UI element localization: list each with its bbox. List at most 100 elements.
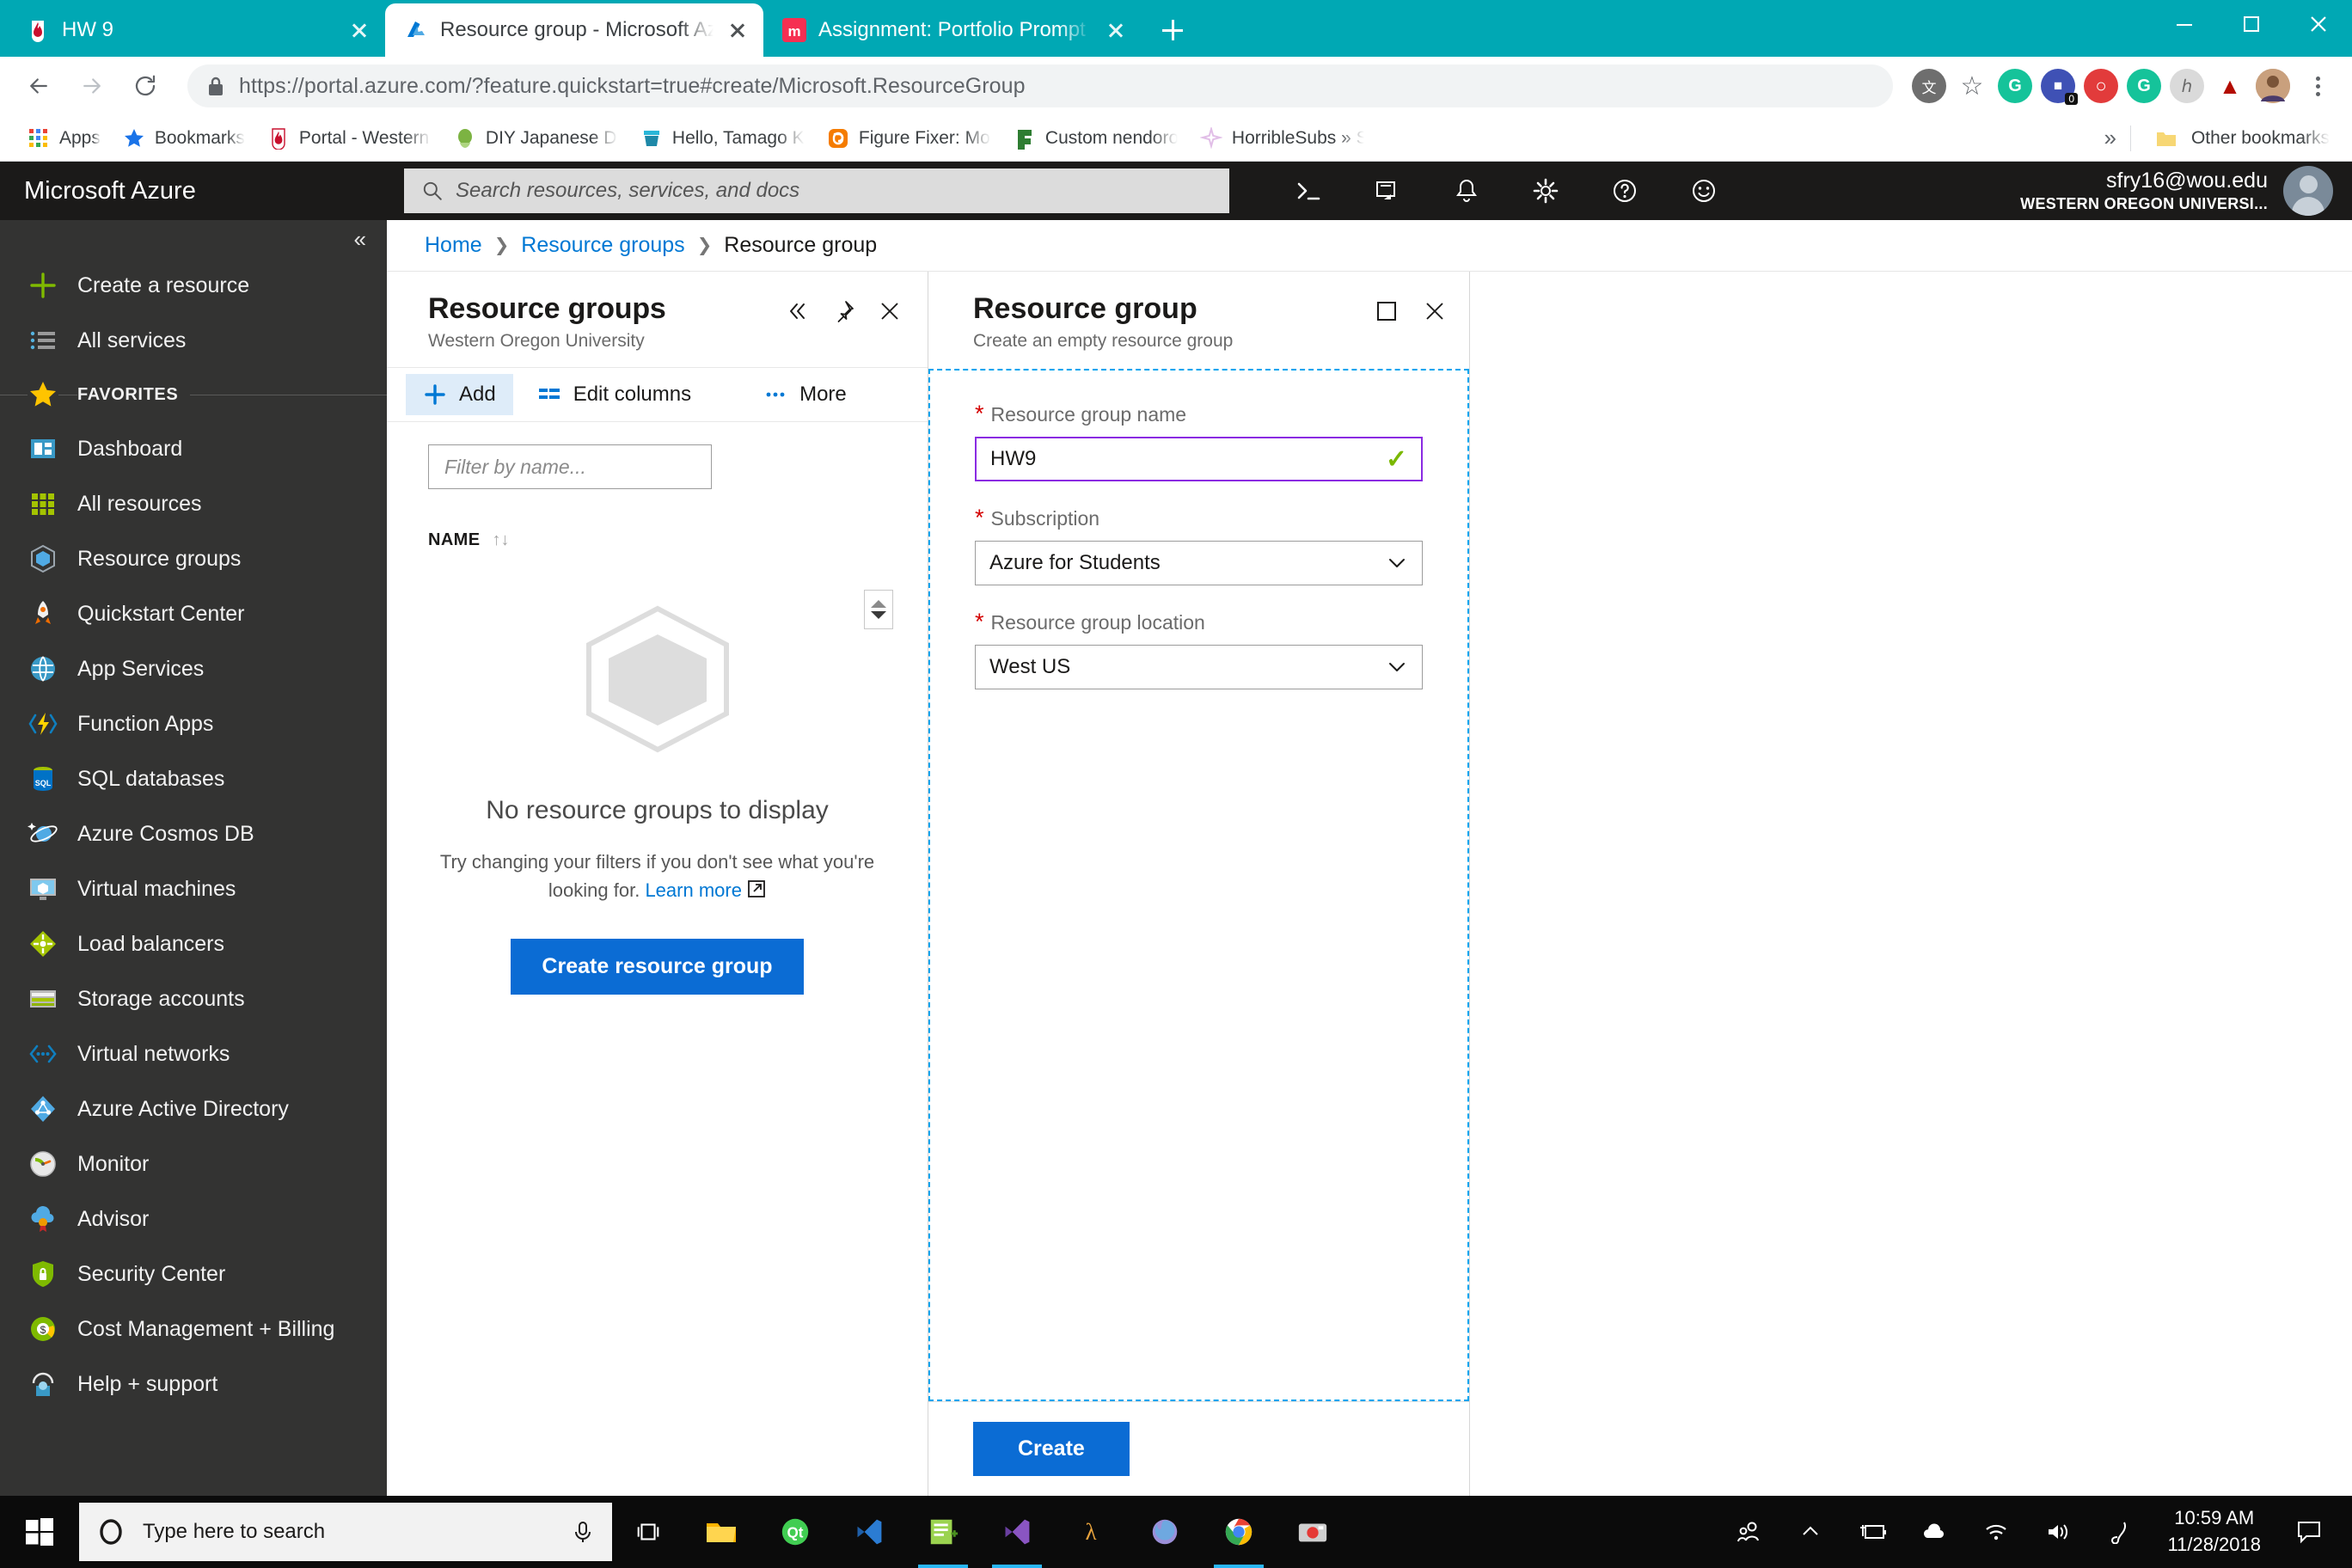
back-arrow-icon[interactable] <box>15 63 62 109</box>
sidebar-item-resource-groups[interactable]: Resource groups <box>0 531 387 586</box>
account-menu[interactable]: sfry16@wou.edu WESTERN OREGON UNIVERSI..… <box>2020 166 2352 216</box>
new-tab-button[interactable] <box>1154 11 1191 49</box>
sidebar-item-dashboard[interactable]: Dashboard <box>0 421 387 476</box>
learn-more-link[interactable]: Learn more <box>645 879 742 901</box>
bookmark-portal-wou[interactable]: Portal - Western Oreg <box>257 122 442 155</box>
sidebar-item-monitor[interactable]: Monitor <box>0 1136 387 1191</box>
more-button[interactable]: More <box>746 374 864 415</box>
sidebar-item-create-a-resource[interactable]: Create a resource <box>0 258 387 313</box>
sidebar-item-azure-active-directory[interactable]: Azure Active Directory <box>0 1081 387 1136</box>
resource-group-name-input[interactable]: HW9 ✓ <box>975 437 1423 481</box>
browser-tab[interactable]: Resource group - Microsoft Azure <box>385 3 763 57</box>
bookmark-diy-diorama[interactable]: DIY Japanese Dioram <box>444 122 628 155</box>
feedback-smiley-icon[interactable] <box>1664 162 1743 220</box>
task-view-icon[interactable] <box>612 1496 684 1568</box>
sort-arrows-icon[interactable]: ↑↓ <box>493 530 510 550</box>
kebab-menu-icon[interactable] <box>2299 67 2337 105</box>
opera-vpn-icon[interactable]: ○ <box>2084 69 2118 103</box>
microphone-icon[interactable] <box>571 1520 595 1544</box>
pin-icon[interactable] <box>831 299 855 323</box>
sidebar-item-cost-management-billing[interactable]: $ Cost Management + Billing <box>0 1302 387 1357</box>
clock[interactable]: 10:59 AM 11/28/2018 <box>2151 1505 2278 1559</box>
pen-workspace-icon[interactable] <box>2089 1496 2151 1568</box>
directory-filter-icon[interactable] <box>1348 162 1427 220</box>
sidebar-item-all-resources[interactable]: All resources <box>0 476 387 531</box>
search-input[interactable]: Type here to search <box>79 1503 612 1561</box>
filter-by-name-input[interactable]: Filter by name... <box>428 444 712 489</box>
scroll-up-arrow-icon[interactable] <box>871 600 886 608</box>
file-explorer-icon[interactable] <box>684 1496 758 1568</box>
create-resource-group-button[interactable]: Create resource group <box>511 939 804 995</box>
volume-icon[interactable] <box>2027 1496 2089 1568</box>
bookmark-figure-fixer[interactable]: Figure Fixer: More Ab <box>817 122 1001 155</box>
subscription-select[interactable]: Azure for Students <box>975 541 1423 585</box>
qt-creator-icon[interactable]: Qt <box>758 1496 832 1568</box>
sidebar-item-sql-databases[interactable]: SQL SQL databases <box>0 751 387 806</box>
breadcrumb-item-resource-groups[interactable]: Resource groups <box>521 233 684 258</box>
grammarly-green-icon[interactable]: G <box>2127 69 2161 103</box>
breadcrumb-item-home[interactable]: Home <box>425 233 482 258</box>
profile-avatar-icon[interactable] <box>2256 69 2290 103</box>
sidebar-item-virtual-machines[interactable]: Virtual machines <box>0 861 387 916</box>
firefox-icon[interactable] <box>1128 1496 1202 1568</box>
bookmark-tamago-kake[interactable]: Hello, Tamago Kake G <box>630 122 815 155</box>
maximize-icon[interactable] <box>1375 299 1399 323</box>
lambda-haskell-icon[interactable]: λ <box>1054 1496 1128 1568</box>
bookmark-custom-nendoroid[interactable]: Custom nendoroid fa <box>1003 122 1188 155</box>
bookmarks-overflow-chevron-icon[interactable]: » <box>2104 125 2116 151</box>
windows-start-icon[interactable] <box>0 1496 79 1568</box>
chrome-icon[interactable] <box>1202 1496 1276 1568</box>
vscode-icon[interactable] <box>832 1496 906 1568</box>
sidebar-item-quickstart-center[interactable]: Quickstart Center <box>0 586 387 641</box>
add-button[interactable]: Add <box>406 374 513 415</box>
sidebar-item-security-center[interactable]: Security Center <box>0 1246 387 1302</box>
settings-gear-icon[interactable] <box>1506 162 1585 220</box>
scroll-down-arrow-icon[interactable] <box>871 611 886 619</box>
bookmark-star-icon[interactable]: ☆ <box>1955 69 1989 103</box>
translate-icon[interactable]: 文 <box>1912 69 1946 103</box>
sidebar-item-load-balancers[interactable]: Load balancers <box>0 916 387 971</box>
close-icon[interactable] <box>1423 299 1447 323</box>
notifications-icon[interactable] <box>1427 162 1506 220</box>
camera-app-icon[interactable] <box>1276 1496 1350 1568</box>
sidebar-item-help-support[interactable]: Help + support <box>0 1357 387 1412</box>
edit-columns-button[interactable]: Edit columns <box>520 374 708 415</box>
onedrive-cloud-icon[interactable] <box>1903 1496 1965 1568</box>
sidebar-item-azure-cosmos-db[interactable]: Azure Cosmos DB <box>0 806 387 861</box>
address-bar[interactable]: https://portal.azure.com/?feature.quicks… <box>187 64 1893 107</box>
global-search-input[interactable]: Search resources, services, and docs <box>404 168 1229 213</box>
sidebar-item-storage-accounts[interactable]: Storage accounts <box>0 971 387 1026</box>
azure-brand-title[interactable]: Microsoft Azure <box>0 177 404 205</box>
honey-icon[interactable]: ℎ <box>2170 69 2204 103</box>
bookmark-bookmarks[interactable]: Bookmarks <box>113 122 255 155</box>
close-icon[interactable] <box>1104 18 1128 42</box>
notepad-plus-plus-icon[interactable] <box>906 1496 980 1568</box>
location-select[interactable]: West US <box>975 645 1423 689</box>
sidebar-item-advisor[interactable]: Advisor <box>0 1191 387 1246</box>
collapse-icon[interactable] <box>785 299 809 323</box>
create-button[interactable]: Create <box>973 1422 1130 1476</box>
adobe-acrobat-icon[interactable]: ▲ <box>2213 69 2247 103</box>
column-header-name[interactable]: NAME <box>428 530 481 550</box>
close-icon[interactable] <box>878 299 902 323</box>
sidebar-item-all-services[interactable]: All services <box>0 313 387 368</box>
battery-charging-icon[interactable] <box>1841 1496 1903 1568</box>
help-icon[interactable] <box>1585 162 1664 220</box>
close-icon[interactable] <box>726 18 750 42</box>
forward-arrow-icon[interactable] <box>69 63 115 109</box>
notification-badge-icon[interactable]: ■ 0 <box>2041 69 2078 105</box>
bookmark-horriblesubs[interactable]: HorribleSubs » So ba <box>1190 122 1375 155</box>
bookmark-apps[interactable]: Apps <box>17 122 111 155</box>
browser-tab[interactable]: HW 9 <box>7 3 385 57</box>
sidebar-collapse-button[interactable]: « <box>0 220 387 258</box>
sidebar-item-virtual-networks[interactable]: Virtual networks <box>0 1026 387 1081</box>
list-scroll-spinner[interactable] <box>864 590 893 629</box>
grammarly-icon[interactable]: G <box>1998 69 2032 103</box>
close-button[interactable] <box>2285 0 2352 48</box>
sidebar-item-function-apps[interactable]: Function Apps <box>0 696 387 751</box>
visual-studio-icon[interactable] <box>980 1496 1054 1568</box>
show-hidden-icons-chevron[interactable] <box>1779 1496 1841 1568</box>
close-icon[interactable] <box>347 18 371 42</box>
action-center-icon[interactable] <box>2278 1496 2340 1568</box>
minimize-button[interactable] <box>2151 0 2218 48</box>
